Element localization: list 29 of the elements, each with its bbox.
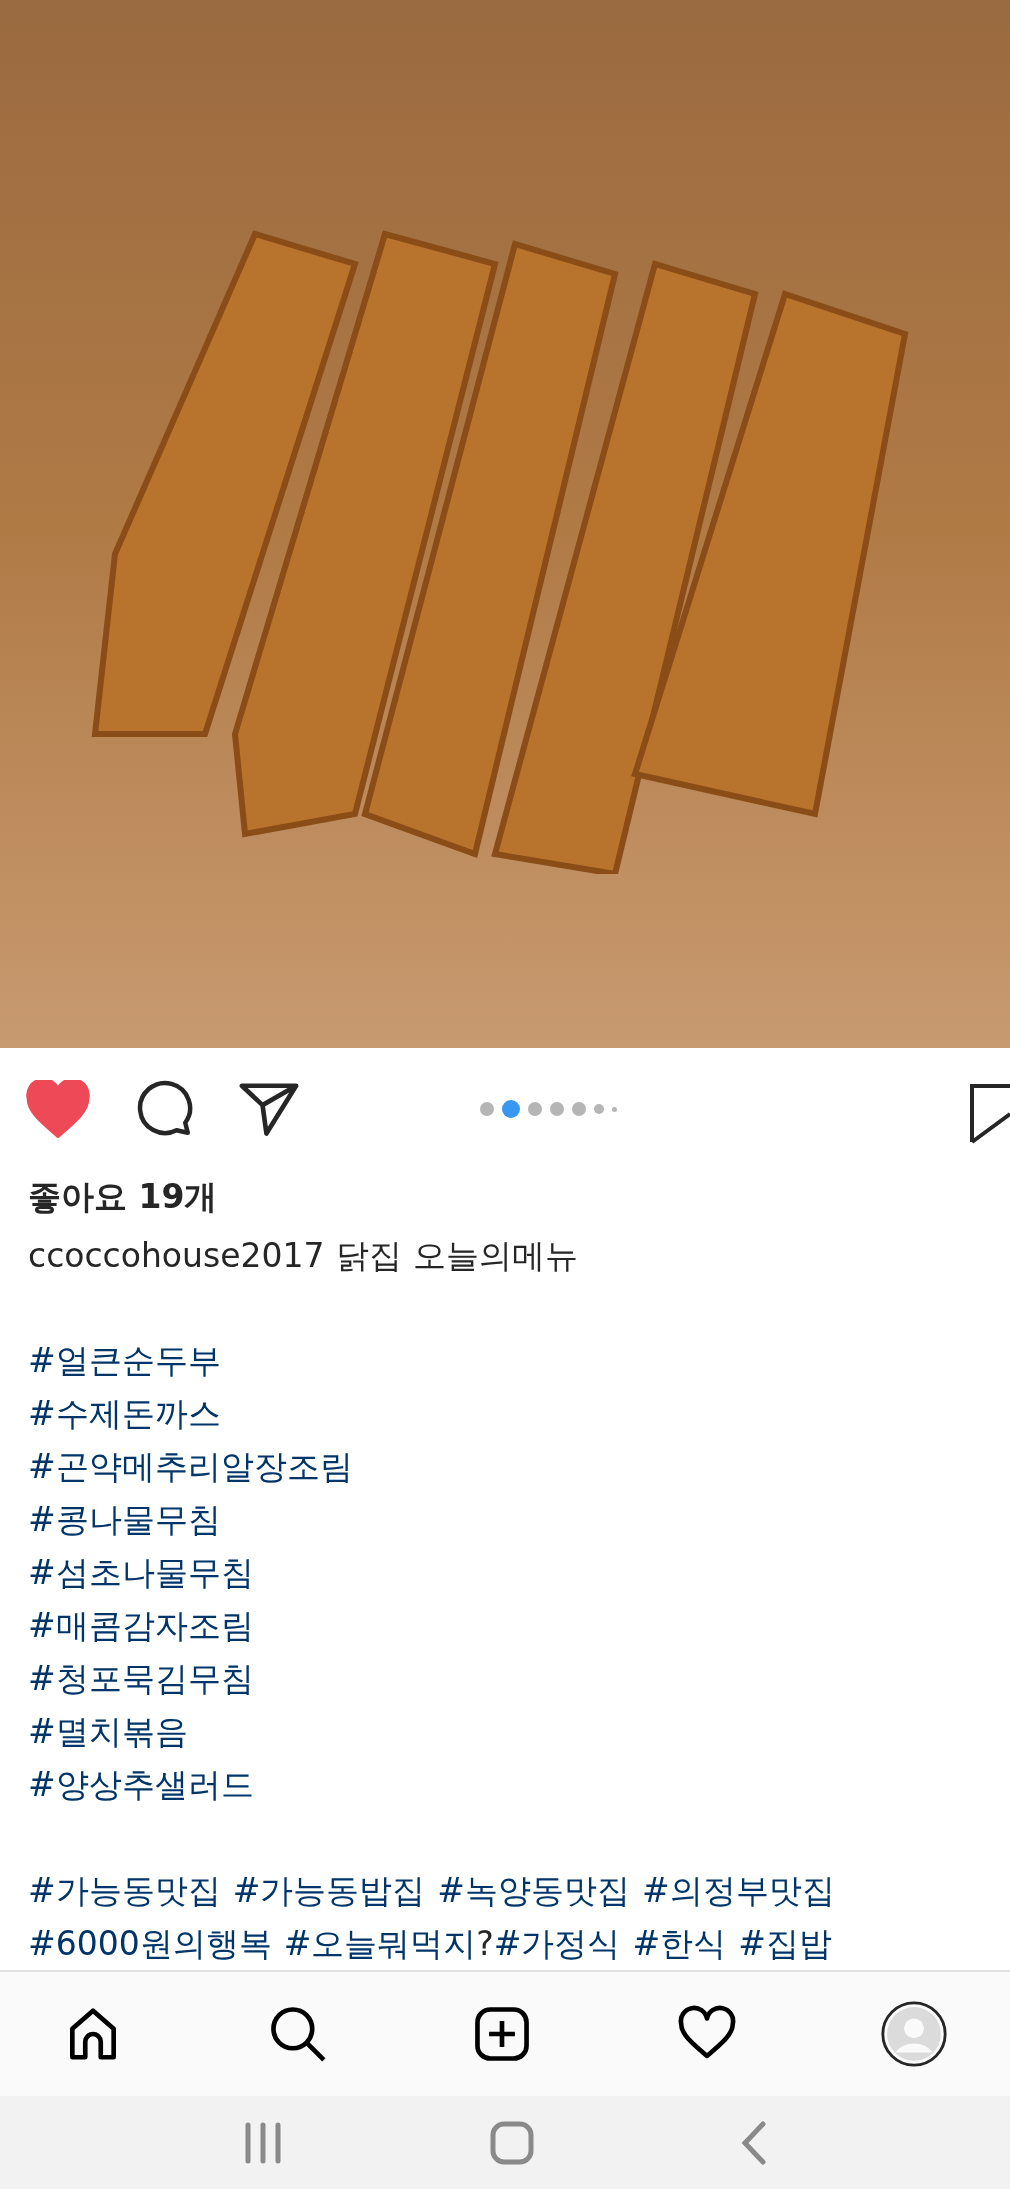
hashtag-link[interactable]: #오늘뭐먹지 (283, 1917, 477, 1971)
hashtag-link[interactable]: #가정식 (493, 1917, 621, 1971)
caption-text: 닭집 오늘의메뉴 (336, 1235, 578, 1278)
hashtag-link[interactable]: #콩나물무침 (28, 1493, 221, 1547)
send-icon[interactable] (238, 1080, 300, 1139)
hashtag-link[interactable]: #녹양동맛집 (437, 1864, 630, 1918)
hashtag-link[interactable]: #얼큰순두부 (28, 1334, 221, 1388)
heart-icon[interactable] (26, 1080, 90, 1139)
home-button-icon[interactable] (490, 2120, 534, 2165)
avatar-icon[interactable] (880, 2000, 948, 2069)
hashtag-link[interactable]: #양상추샐러드 (28, 1758, 254, 1812)
back-icon[interactable] (740, 2120, 767, 2165)
hashtag-link[interactable]: #6000원의행복 (28, 1917, 272, 1971)
hashtag-link[interactable]: #섬초나물무침 (28, 1546, 254, 1600)
hashtag-link[interactable]: #청포묵김무침 (28, 1652, 254, 1706)
username[interactable]: ccoccohouse2017 (28, 1229, 325, 1283)
hashtag-link[interactable]: #가능동맛집 (28, 1864, 221, 1918)
hashtag-link[interactable]: #가능동밥집 (232, 1864, 426, 1918)
hashtag-link[interactable]: #곤약메추리알장조림 (28, 1440, 353, 1494)
hashtag-link[interactable]: #수제돈까스 (28, 1387, 221, 1441)
bookmark-icon[interactable] (970, 1084, 1010, 1145)
hashtag-link[interactable]: #한식 (632, 1917, 727, 1971)
hashtag-link[interactable]: #멸치볶음 (28, 1705, 188, 1759)
hashtag-link[interactable]: #매콤감자조림 (28, 1599, 254, 1653)
like-count[interactable]: 좋아요 19개 (28, 1170, 982, 1224)
recent-apps-icon[interactable] (243, 2120, 284, 2165)
hashtag-link[interactable]: #집밥 (738, 1917, 832, 1971)
caption-text: ? (476, 1923, 494, 1966)
hashtag-link[interactable]: #의정부맛집 (641, 1864, 835, 1918)
